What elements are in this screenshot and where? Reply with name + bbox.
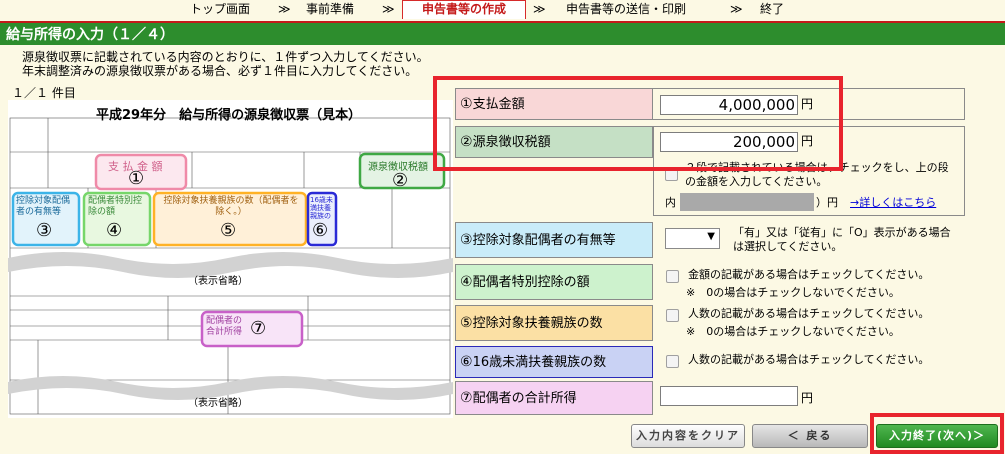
row-note: 金額の記載がある場合はチェックしてください。: [688, 268, 930, 281]
row-label: 配偶者の合計所得: [472, 391, 577, 406]
step-arrow: ≫: [278, 2, 291, 16]
step-preparation: 事前準備: [306, 2, 355, 16]
intro-text: 年末調整済みの源泉徴収票がある場合、必ず１件目に入力してください。: [22, 64, 418, 78]
back-button[interactable]: ＜ 戻る: [752, 424, 868, 448]
step-arrow: ≫: [382, 2, 395, 16]
row-note: ※ 0の場合はチェックしないでください。: [686, 325, 900, 338]
spouse-select[interactable]: ▼: [665, 228, 720, 249]
sample-withholding-slip: 平成29年分 給与所得の源泉徴収票（見本） 支 払 金 額 ① 源泉徴収税額 ②…: [8, 100, 453, 418]
slip-number: ⑥: [312, 220, 329, 241]
step-arrow: ≫: [533, 2, 546, 16]
chevron-down-icon: ▼: [707, 231, 715, 242]
spouse-select-note: 「有」又は「従有」に「O」表示がある場合は選択してください。: [733, 226, 951, 253]
row-number: ③: [460, 232, 473, 248]
step-top-screen: トップ画面: [190, 2, 251, 16]
slip-number: ④: [106, 220, 123, 241]
slip-number: ①: [128, 168, 145, 189]
spouse-special-deduction-label: ④配偶者特別控除の額: [455, 264, 653, 300]
intro-text: 源泉徴収票に記載されている内容のとおりに、１件ずつ入力してください。: [22, 50, 429, 64]
spouse-deduction-label: ③控除対象配偶者の有無等: [455, 222, 653, 258]
row-label: 16歳未満扶養親族の数: [472, 355, 607, 370]
slip-number: ③: [36, 220, 53, 241]
under16-dependents-label: ⑥16歳未満扶養親族の数: [455, 346, 653, 378]
step-create-return: 申告書等の作成: [402, 0, 526, 19]
row-number: ⑤: [460, 315, 473, 331]
row-number: ⑦: [460, 390, 473, 406]
step-arrow: ≫: [730, 2, 743, 16]
highlight-frame: [433, 76, 843, 171]
slip-omitted-label: （表示省略）: [188, 398, 248, 409]
finish-next-button[interactable]: 入力終了(次へ)＞: [876, 424, 998, 448]
slip-label: 控除対象扶養親族の数（配偶者を除く。）: [163, 196, 299, 217]
page-title: 給与所得の入力（１／４）: [6, 27, 174, 43]
slip-illustration: [8, 117, 453, 415]
inner-amount-suffix: ）円: [816, 196, 838, 209]
spouse-special-deduction-checkbox[interactable]: [666, 270, 679, 283]
slip-label: 配偶者特別控除の額: [88, 196, 143, 217]
row-note: ※ 0の場合はチェックしないでください。: [686, 286, 900, 299]
entry-counter: １／１ 件目: [12, 86, 76, 100]
clear-input-button[interactable]: 入力内容をクリア: [631, 424, 745, 448]
spouse-income-label: ⑦配偶者の合計所得: [455, 381, 653, 415]
slip-label: 配偶者の合計所得: [206, 316, 243, 337]
slip-label: 控除対象配偶者の有無等: [16, 196, 71, 217]
spouse-income-input[interactable]: [660, 386, 798, 406]
row-note: 人数の記載がある場合はチェックしてください。: [688, 307, 930, 320]
step-finish: 終了: [760, 2, 785, 16]
slip-number: ⑤: [220, 220, 237, 241]
inner-amount-input[interactable]: [680, 193, 814, 211]
page-title-bar: 給与所得の入力（１／４）: [0, 21, 1005, 45]
row-label: 控除対象扶養親族の数: [472, 316, 603, 331]
slip-number: ⑦: [250, 318, 267, 339]
row-number: ④: [460, 274, 473, 290]
step-navigation: トップ画面 ≫ 事前準備 ≫ 申告書等の作成 ≫ 申告書等の送信・印刷 ≫ 終了: [0, 0, 1005, 22]
row-label: 控除対象配偶者の有無等: [472, 233, 616, 248]
row-note: 人数の記載がある場合はチェックしてください。: [688, 353, 930, 366]
slip-number: ②: [392, 170, 409, 191]
dependents-checkbox[interactable]: [666, 309, 679, 322]
step-send-print: 申告書等の送信・印刷: [566, 2, 687, 16]
row-number: ⑥: [460, 354, 473, 370]
slip-omitted-label: （表示省略）: [188, 276, 248, 287]
yen-unit: 円: [801, 391, 814, 405]
slip-title: 平成29年分 給与所得の源泉徴収票（見本）: [96, 108, 362, 123]
dependents-label: ⑤控除対象扶養親族の数: [455, 305, 653, 341]
under16-dependents-checkbox[interactable]: [666, 355, 679, 368]
row-label: 配偶者特別控除の額: [472, 275, 590, 290]
slip-label: 16歳未満扶養親族の数: [310, 196, 333, 220]
detail-link[interactable]: →詳しくはこちら: [850, 196, 936, 210]
